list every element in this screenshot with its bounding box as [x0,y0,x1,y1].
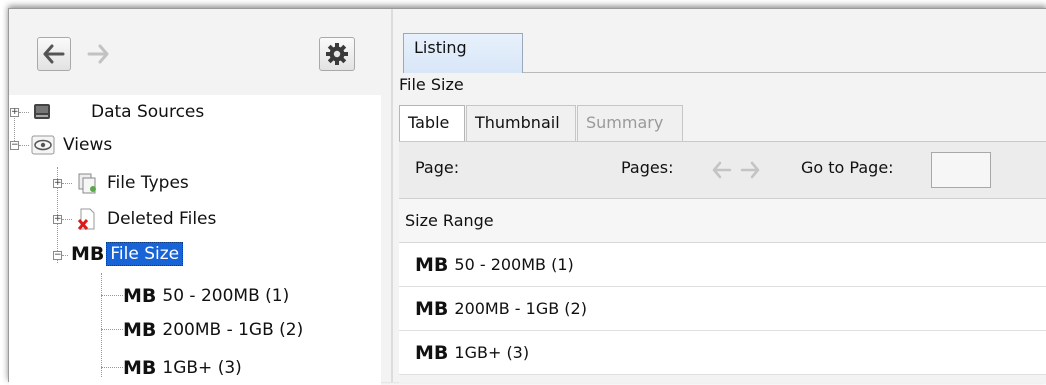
pagination-bar: Page: Pages: Go to Page: [399,142,1046,199]
prev-page-icon[interactable] [711,160,733,180]
table-row[interactable]: MB 50 - 200MB (1) [399,243,1046,287]
disk-icon [34,104,50,119]
tree-connector [19,145,29,146]
collapse-toggle-file-size[interactable]: − [53,251,62,260]
goto-page-input[interactable] [931,152,991,188]
tree-connector [101,367,123,368]
table-view: Page: Pages: Go to Page: Size Range MB 5… [399,141,1046,383]
tree-item-views[interactable]: Views [31,131,112,159]
tree-item-size-range[interactable]: MB 50 - 200MB (1) [123,282,289,310]
mb-badge-icon: MB [123,319,157,341]
arrow-left-icon [43,44,65,64]
tab-thumbnail[interactable]: Thumbnail [466,105,576,141]
tree-connector [19,112,29,113]
gear-icon [326,43,348,65]
tree-item-label: 200MB - 1GB (2) [162,320,304,340]
tree-item-label: 1GB+ (3) [162,358,242,378]
tree-item-data-sources[interactable]: Data Sources [31,98,204,126]
tab-summary: Summary [577,105,683,141]
pages-label: Pages: [621,158,674,177]
forward-button[interactable] [81,37,115,71]
mb-badge-icon: MB [415,253,449,276]
tree-connector [101,295,123,296]
row-label: 50 - 200MB (1) [454,255,574,274]
back-button[interactable] [37,37,71,71]
directory-tree-panel: + Data Sources − Views + File Types + De… [9,9,391,385]
collapse-toggle-views[interactable]: − [10,141,19,150]
tree-connector [101,273,102,377]
file-types-icon [78,173,96,194]
tree-connector [101,329,123,330]
mb-badge-icon: MB [123,357,157,379]
tree-item-label: File Types [107,173,189,193]
tree-item-deleted-files[interactable]: Deleted Files [75,205,216,233]
deleted-file-icon [77,208,95,230]
column-header-size-range[interactable]: Size Range [399,199,1046,243]
tree-connector [14,113,15,141]
tab-listing[interactable]: Listing [403,33,523,73]
table-row[interactable]: MB 200MB - 1GB (2) [399,287,1046,331]
tree-item-label: 50 - 200MB (1) [162,286,290,306]
tab-table[interactable]: Table [399,105,465,142]
tree-connector [62,255,68,256]
expand-toggle-deleted-files[interactable]: + [53,215,62,224]
tree-item-label-selected: File Size [106,242,184,266]
tree-item-label: Deleted Files [107,209,217,229]
mb-badge-icon: MB [415,341,449,364]
expand-toggle-file-types[interactable]: + [53,179,62,188]
next-page-icon[interactable] [739,160,761,180]
listing-title: File Size [399,75,464,94]
tree-toolbar [9,9,391,89]
page-label: Page: [415,158,460,177]
row-label: 1GB+ (3) [454,343,530,362]
goto-page-label: Go to Page: [801,158,894,177]
table-row[interactable]: MB 1GB+ (3) [399,331,1046,375]
expand-toggle-data-sources[interactable]: + [10,108,19,117]
tree-item-size-range[interactable]: MB 1GB+ (3) [123,354,242,382]
mb-badge-icon: MB [71,243,105,265]
results-table: Size Range MB 50 - 200MB (1) MB 200MB - … [399,199,1046,375]
mb-badge-icon: MB [123,285,157,307]
directory-tree: + Data Sources − Views + File Types + De… [9,95,381,385]
tree-item-label: Views [63,135,113,155]
tab-strip-border [523,72,1046,73]
app-window: + Data Sources − Views + File Types + De… [8,8,1046,385]
tree-item-file-size[interactable]: MB File Size [71,240,184,268]
mb-badge-icon: MB [415,297,449,320]
row-label: 200MB - 1GB (2) [454,299,587,318]
tree-connector [62,183,72,184]
arrow-right-icon [87,44,109,64]
tree-connector [62,219,72,220]
tree-item-file-types[interactable]: File Types [75,169,189,197]
result-viewer-panel: Listing File Size Table Thumbnail Summar… [393,9,1046,383]
settings-button[interactable] [319,37,355,71]
tree-item-label: Data Sources [91,102,205,122]
eye-icon [31,135,55,155]
tree-item-size-range[interactable]: MB 200MB - 1GB (2) [123,316,303,344]
